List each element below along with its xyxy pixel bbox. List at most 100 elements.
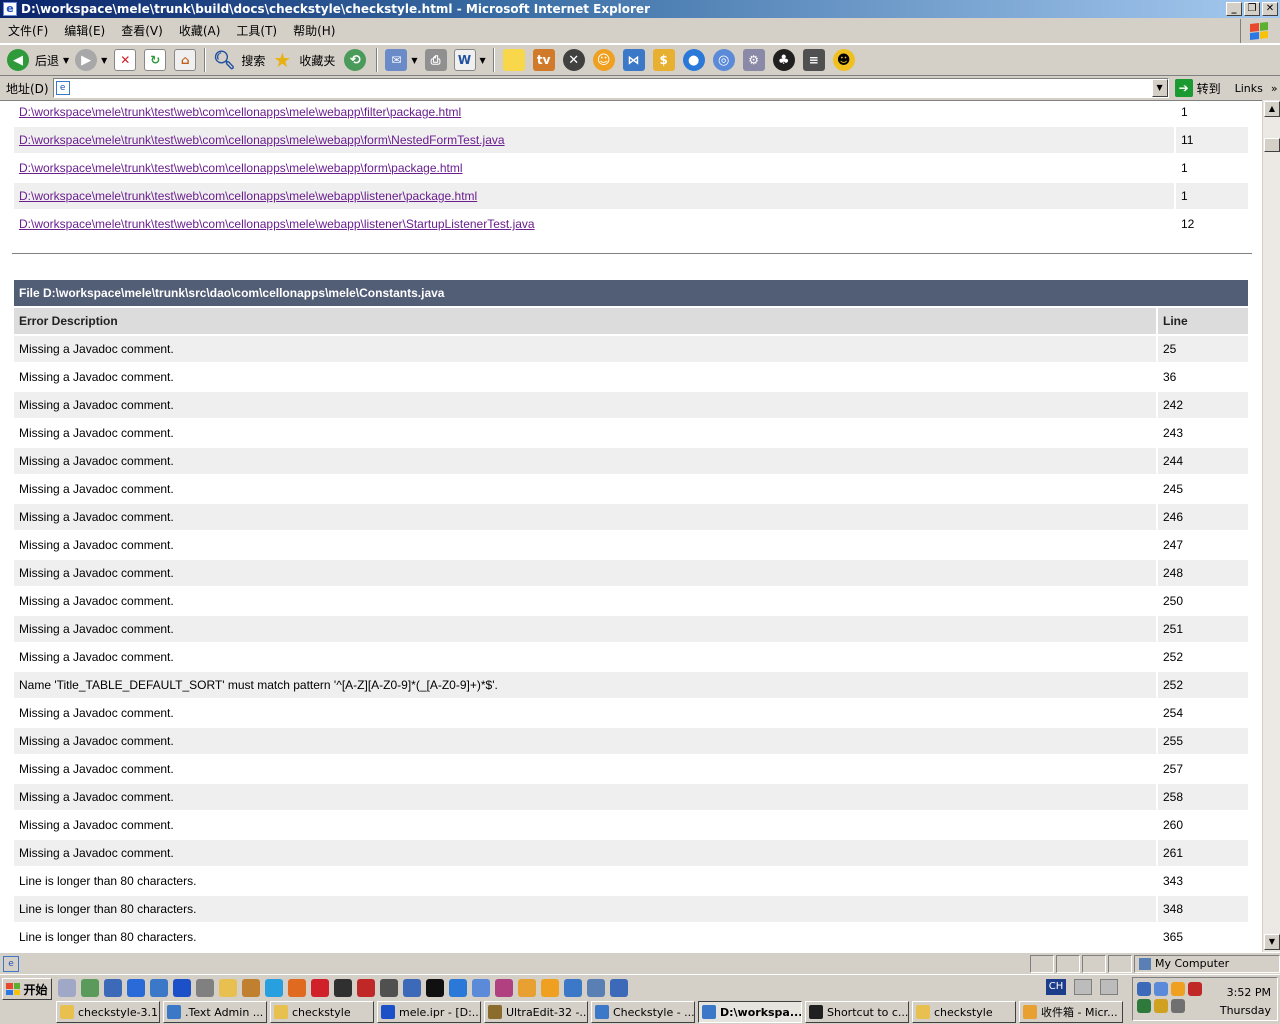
quicklaunch-icon[interactable] (380, 979, 398, 997)
tray-icon[interactable] (1154, 999, 1168, 1013)
quicklaunch-icon[interactable] (219, 979, 237, 997)
tray-icon[interactable] (1171, 982, 1185, 996)
quicklaunch-icon[interactable] (541, 979, 559, 997)
print-icon[interactable]: ⎙ (424, 49, 447, 71)
history-icon[interactable]: ⟲ (344, 49, 367, 71)
quicklaunch-icon[interactable] (150, 979, 168, 997)
scroll-thumb[interactable] (1264, 138, 1280, 152)
keyboard-icon[interactable] (1074, 979, 1092, 995)
globe-icon[interactable]: ◎ (712, 49, 735, 71)
page-viewport[interactable]: D:\workspace\mele\trunk\test\web\com\cel… (0, 100, 1262, 952)
mail-dropdown-icon[interactable]: ▼ (411, 56, 417, 65)
quicklaunch-icon[interactable] (426, 979, 444, 997)
quicklaunch-icon[interactable] (127, 979, 145, 997)
quicklaunch-icon[interactable] (81, 979, 99, 997)
back-button[interactable]: ◀ 后退 ▼ (4, 46, 72, 74)
links-label[interactable]: Links (1235, 82, 1263, 95)
taskbar-button[interactable]: Checkstyle - ... (591, 1001, 695, 1023)
quicklaunch-icon[interactable] (173, 979, 191, 997)
quicklaunch-icon[interactable] (610, 979, 628, 997)
home-icon[interactable]: ⌂ (174, 49, 197, 71)
quicklaunch-icon[interactable] (311, 979, 329, 997)
scroll-up-icon[interactable]: ▲ (1264, 101, 1280, 117)
taskbar-button[interactable]: UltraEdit-32 -... (484, 1001, 588, 1023)
minimize-button[interactable]: _ (1226, 2, 1242, 16)
menu-view[interactable]: 查看(V) (113, 18, 171, 44)
taskbar: 开始 checkstyle-3.1 .Text Admin ... checksty… (0, 974, 1280, 1024)
taskbar-button[interactable]: checkstyle (270, 1001, 374, 1023)
maximize-button[interactable]: ❐ (1244, 2, 1260, 16)
messenger-icon[interactable]: ● (682, 49, 705, 71)
tools-icon[interactable]: ⚙ (742, 49, 765, 71)
edit-dropdown-icon[interactable]: ▼ (480, 56, 486, 65)
bag-icon[interactable]: $ (652, 49, 675, 71)
forward-button[interactable]: ▶ ▼ (72, 46, 110, 74)
language-indicator[interactable]: CH (1046, 979, 1066, 995)
menu-tools[interactable]: 工具(T) (228, 18, 285, 44)
refresh-icon[interactable]: ↻ (144, 49, 167, 71)
emoticon-icon[interactable]: ☻ (832, 49, 855, 71)
address-field[interactable]: e ▼ (52, 78, 1169, 98)
quicklaunch-icon[interactable] (518, 979, 536, 997)
file-link[interactable]: D:\workspace\mele\trunk\test\web\com\cel… (19, 133, 505, 147)
file-link[interactable]: D:\workspace\mele\trunk\test\web\com\cel… (19, 217, 535, 231)
tray-icon[interactable] (1154, 982, 1168, 996)
search-button[interactable]: 🔍︎ 搜索 (210, 46, 268, 74)
forward-dropdown-icon[interactable]: ▼ (101, 56, 107, 65)
menu-file[interactable]: 文件(F) (0, 18, 56, 44)
quicklaunch-icon[interactable] (403, 979, 421, 997)
tv-icon[interactable]: tv (532, 49, 555, 71)
quicklaunch-icon[interactable] (242, 979, 260, 997)
links-more-icon[interactable]: » (1271, 82, 1278, 95)
file-link[interactable]: D:\workspace\mele\trunk\test\web\com\cel… (19, 189, 477, 203)
menu-favorites[interactable]: 收藏(A) (171, 18, 229, 44)
stop-icon[interactable]: ✕ (114, 49, 137, 71)
tray-icon[interactable] (1171, 999, 1185, 1013)
go-button[interactable]: ➔ 转到 (1174, 79, 1221, 97)
tray-icon[interactable] (1137, 999, 1151, 1013)
taskbar-button[interactable]: checkstyle-3.1 (56, 1001, 160, 1023)
clock[interactable]: 3:52 PM Thursday (1220, 984, 1271, 1020)
scroll-down-icon[interactable]: ▼ (1264, 934, 1280, 950)
archive-icon[interactable]: ≡ (802, 49, 825, 71)
taskbar-button[interactable]: .Text Admin ... (163, 1001, 267, 1023)
taskbar-button[interactable]: 收件箱 - Micr... (1019, 1001, 1123, 1023)
favorites-button[interactable]: ★ 收藏夹 (268, 46, 338, 74)
qq-penguin-icon[interactable]: ♣ (772, 49, 795, 71)
close-button[interactable]: ✕ (1262, 2, 1278, 16)
quicklaunch-icon[interactable] (495, 979, 513, 997)
quicklaunch-icon[interactable] (472, 979, 490, 997)
block-icon[interactable]: ✕ (562, 49, 585, 71)
taskbar-button[interactable]: Shortcut to c... (805, 1001, 909, 1023)
pen-icon[interactable] (1100, 979, 1118, 995)
quicklaunch-icon[interactable] (449, 979, 467, 997)
quicklaunch-icon[interactable] (104, 979, 122, 997)
quicklaunch-icon[interactable] (288, 979, 306, 997)
edit-button[interactable]: W ▼ (451, 46, 489, 74)
menu-help[interactable]: 帮助(H) (285, 18, 343, 44)
quicklaunch-icon[interactable] (564, 979, 582, 997)
address-input[interactable] (71, 80, 1152, 96)
mail-button[interactable]: ✉ ▼ (382, 46, 420, 74)
tray-icon[interactable] (1137, 982, 1151, 996)
quicklaunch-icon[interactable] (58, 979, 76, 997)
share-icon[interactable]: ⋈ (622, 49, 645, 71)
menu-edit[interactable]: 编辑(E) (56, 18, 113, 44)
back-dropdown-icon[interactable]: ▼ (63, 56, 69, 65)
taskbar-button[interactable]: mele.ipr - [D:... (377, 1001, 481, 1023)
quicklaunch-icon[interactable] (357, 979, 375, 997)
note-icon[interactable] (502, 49, 525, 71)
quicklaunch-icon[interactable] (265, 979, 283, 997)
file-link[interactable]: D:\workspace\mele\trunk\test\web\com\cel… (19, 105, 461, 119)
quicklaunch-icon[interactable] (587, 979, 605, 997)
taskbar-button[interactable]: D:\workspa... (698, 1001, 802, 1023)
smiley-mail-icon[interactable]: ☺ (592, 49, 615, 71)
quicklaunch-icon[interactable] (334, 979, 352, 997)
file-link[interactable]: D:\workspace\mele\trunk\test\web\com\cel… (19, 161, 463, 175)
address-dropdown-icon[interactable]: ▼ (1151, 79, 1168, 97)
vertical-scrollbar[interactable]: ▲ ▼ (1262, 100, 1280, 952)
taskbar-button[interactable]: checkstyle (912, 1001, 1016, 1023)
start-button[interactable]: 开始 (2, 978, 52, 1000)
quicklaunch-icon[interactable] (196, 979, 214, 997)
tray-icon[interactable] (1188, 982, 1202, 996)
